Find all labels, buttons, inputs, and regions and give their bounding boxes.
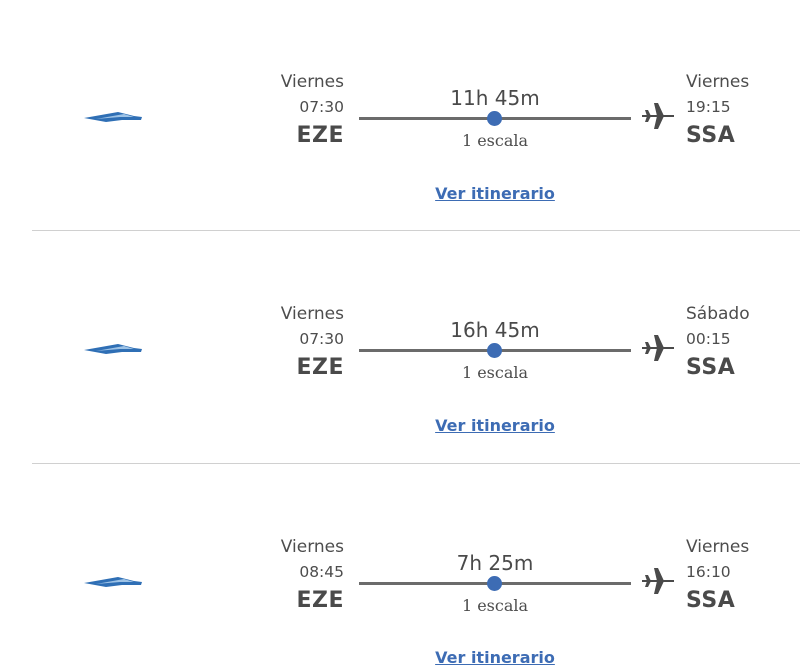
stop-dot [487, 576, 502, 591]
airplane-icon [642, 335, 674, 361]
arrival-info: Viernes 19:15 SSA [686, 71, 749, 149]
arrival-info: Viernes 16:10 SSA [686, 536, 749, 614]
airline-logo-icon [84, 344, 142, 354]
arrival-time: 16:10 [686, 563, 731, 581]
airplane-icon [642, 103, 674, 129]
departure-airport: EZE [296, 123, 344, 148]
arrival-time: 19:15 [686, 98, 731, 116]
arrival-info: Sábado 00:15 SSA [686, 303, 750, 381]
departure-day: Viernes [280, 537, 344, 557]
flight-duration: 11h 45m [450, 86, 540, 110]
flight-duration: 16h 45m [450, 318, 540, 342]
departure-airport: EZE [296, 588, 344, 613]
departure-info: Viernes 07:30 EZE [281, 303, 344, 381]
stop-dot [487, 343, 502, 358]
departure-time: 07:30 [299, 330, 344, 348]
airplane-icon [642, 568, 674, 594]
flight-results-list: Viernes 07:30 EZE 11h 45m 1 escala Viern… [0, 0, 800, 668]
departure-info: Viernes 08:45 EZE [281, 536, 344, 614]
flight-option-3[interactable]: Viernes 08:45 EZE 7h 25m 1 escala Vierne… [0, 465, 800, 668]
arrival-airport: SSA [686, 355, 736, 380]
arrival-day: Sábado [686, 304, 750, 324]
departure-airport: EZE [296, 355, 344, 380]
view-itinerary-link[interactable]: Ver itinerario [359, 184, 631, 204]
arrival-day: Viernes [686, 537, 750, 557]
departure-day: Viernes [280, 72, 344, 92]
flight-option-2[interactable]: Viernes 07:30 EZE 16h 45m 1 escala Sábad… [0, 232, 800, 464]
departure-time: 08:45 [299, 563, 344, 581]
divider [32, 230, 800, 231]
arrival-time: 00:15 [686, 330, 731, 348]
arrival-airport: SSA [686, 588, 736, 613]
flight-option-1[interactable]: Viernes 07:30 EZE 11h 45m 1 escala Viern… [0, 0, 800, 232]
departure-day: Viernes [280, 304, 344, 324]
view-itinerary-link[interactable]: Ver itinerario [359, 416, 631, 436]
departure-time: 07:30 [299, 98, 344, 116]
arrival-day: Viernes [686, 72, 750, 92]
stops-count: 1 escala [461, 363, 529, 382]
airline-logo-icon [84, 577, 142, 587]
arrival-airport: SSA [686, 123, 736, 148]
view-itinerary-link[interactable]: Ver itinerario [359, 648, 631, 668]
airline-logo-icon [84, 112, 142, 122]
stops-count: 1 escala [461, 131, 529, 150]
divider [32, 463, 800, 464]
departure-info: Viernes 07:30 EZE [281, 71, 344, 149]
flight-duration: 7h 25m [456, 551, 534, 575]
stops-count: 1 escala [461, 596, 529, 615]
stop-dot [487, 111, 502, 126]
